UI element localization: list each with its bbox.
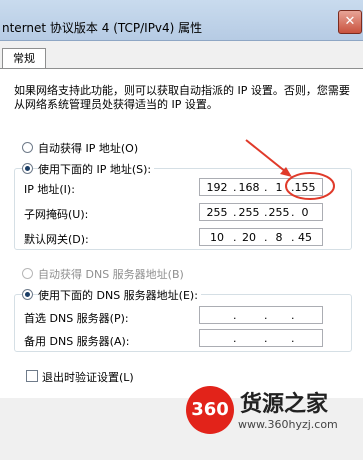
- watermark-title: 货源之家: [240, 392, 329, 417]
- annotation-arrow: [245, 139, 287, 173]
- watermark-url: www.360hyzj.com: [238, 418, 338, 431]
- annotation-circle: [285, 172, 335, 200]
- watermark-360-logo: 360: [186, 386, 234, 434]
